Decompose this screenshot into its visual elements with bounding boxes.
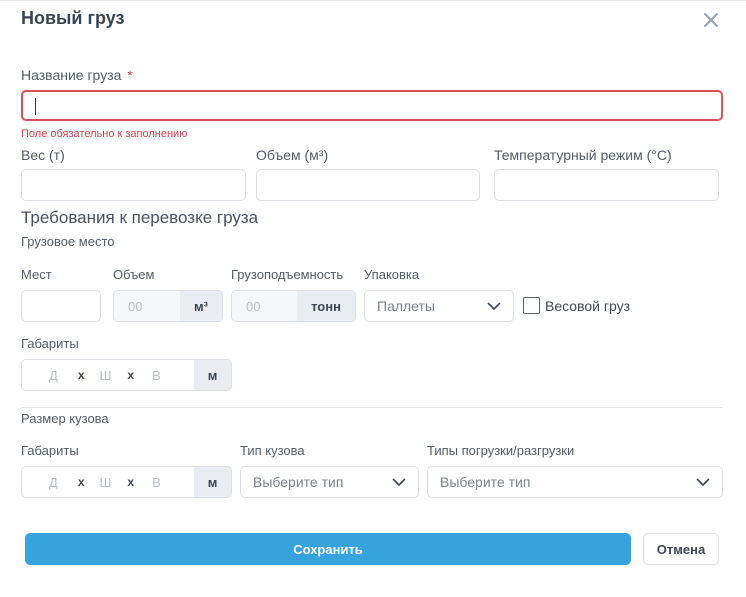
volume-input[interactable] (256, 169, 480, 201)
cargo-name-input[interactable] (21, 90, 723, 121)
body-size-subtitle: Размер кузова (21, 411, 109, 426)
text-caret (35, 98, 36, 115)
place-dimensions-label: Габариты (21, 336, 79, 351)
cargo-name-error: Поле обязательно к заполнению (21, 128, 188, 140)
requirements-title: Требования к перевозке груза (21, 208, 259, 227)
body-type-placeholder: Выберите тип (253, 474, 344, 490)
packaging-label: Упаковка (364, 267, 420, 282)
place-volume-input[interactable]: 00 м³ (113, 290, 223, 322)
chevron-down-icon (487, 302, 501, 310)
weight-input[interactable] (21, 169, 246, 201)
body-dimensions-label: Габариты (21, 443, 79, 458)
section-divider (21, 407, 723, 408)
temperature-input[interactable] (494, 169, 719, 201)
places-label: Мест (21, 267, 52, 282)
places-input[interactable] (21, 290, 101, 322)
body-dimensions-unit: м (194, 467, 231, 497)
volume-label: Объем (м³) (256, 147, 329, 163)
capacity-input[interactable]: 00 тонн (231, 290, 356, 322)
place-volume-unit: м³ (180, 291, 222, 321)
cargo-place-subtitle: Грузовое место (21, 234, 115, 249)
dim-separator: x (77, 475, 85, 489)
dim-width-placeholder: Ш (99, 367, 112, 383)
weight-label: Вес (т) (21, 147, 65, 163)
place-dimensions-input[interactable]: Д x Ш x В м (21, 359, 232, 391)
body-type-label: Тип кузова (240, 443, 305, 458)
close-icon[interactable] (701, 10, 721, 30)
cargo-name-label: Название груза * (21, 67, 133, 83)
capacity-label: Грузоподъемность (231, 267, 344, 282)
cargo-name-label-text: Название груза (21, 67, 122, 83)
packaging-select[interactable]: Паллеты (364, 290, 514, 322)
capacity-unit: тонн (297, 291, 355, 321)
dim-length-placeholder: Д (49, 367, 58, 383)
place-dimensions-unit: м (194, 360, 231, 390)
packaging-value: Паллеты (377, 298, 435, 314)
loading-types-label: Типы погрузки/разгрузки (427, 443, 575, 458)
body-type-select[interactable]: Выберите тип (240, 466, 419, 498)
dim-width-placeholder: Ш (99, 474, 112, 490)
top-border (0, 0, 746, 1)
dim-separator: x (77, 368, 85, 382)
cancel-button[interactable]: Отмена (643, 533, 719, 565)
dim-length-placeholder: Д (49, 474, 58, 490)
place-dimensions-fields: Д x Ш x В (22, 360, 194, 390)
dim-separator: x (127, 368, 135, 382)
weight-cargo-label: Весовой груз (545, 298, 630, 314)
dim-height-placeholder: В (152, 367, 161, 383)
dim-separator: x (127, 475, 135, 489)
temperature-label: Температурный режим (°С) (494, 147, 672, 163)
save-button[interactable]: Сохранить (25, 533, 631, 565)
loading-types-placeholder: Выберите тип (440, 474, 531, 490)
required-mark: * (127, 67, 133, 83)
dim-height-placeholder: В (152, 474, 161, 490)
weight-cargo-checkbox[interactable] (523, 297, 540, 314)
loading-types-select[interactable]: Выберите тип (427, 466, 723, 498)
capacity-placeholder: 00 (232, 291, 297, 321)
body-dimensions-input[interactable]: Д x Ш x В м (21, 466, 232, 498)
chevron-down-icon (392, 478, 406, 486)
body-dimensions-fields: Д x Ш x В (22, 467, 194, 497)
dialog-title: Новый груз (21, 8, 125, 28)
place-volume-label: Объем (113, 267, 155, 282)
chevron-down-icon (696, 478, 710, 486)
place-volume-placeholder: 00 (114, 291, 180, 321)
